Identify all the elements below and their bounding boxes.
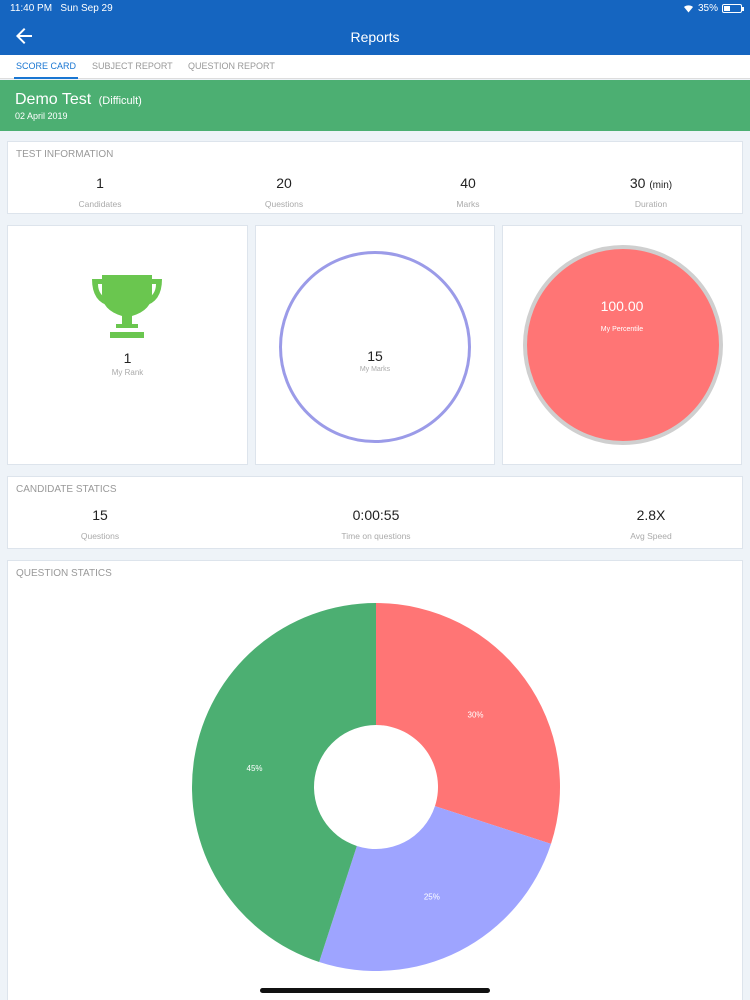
- trophy-icon: [92, 275, 162, 338]
- battery-icon: [722, 4, 744, 13]
- stat-unit: (min): [649, 180, 673, 191]
- candidate-statics-card: CANDIDATE STATICS 15 Questions 0:00:55 T…: [7, 476, 743, 549]
- stat-value: 2.8X: [636, 507, 666, 523]
- donut-slice-label: 30%: [468, 711, 484, 720]
- test-information-card: TEST INFORMATION 1 Candidates 20 Questio…: [7, 141, 743, 214]
- donut-slice[interactable]: [376, 603, 560, 844]
- marks-label: My Marks: [359, 366, 391, 373]
- status-bar: 11:40 PM Sun Sep 29 35%: [0, 0, 750, 18]
- battery-percent: 35%: [697, 3, 718, 14]
- stat-label: Duration: [634, 199, 668, 209]
- percentile-value: 100.00: [600, 298, 644, 314]
- question-statics-card: QUESTION STATICS 30% 25% 45%: [7, 560, 743, 1000]
- percentile-circle: [523, 245, 723, 445]
- stat-value: 1: [96, 175, 104, 191]
- test-name-row: Demo Test (Difficult): [15, 91, 142, 109]
- percentile-card: 100.00 My Percentile: [502, 225, 742, 465]
- stat-value: 30 (min): [629, 175, 673, 191]
- test-name: Demo Test: [15, 91, 92, 108]
- status-time: 11:40 PM Sun Sep 29: [10, 3, 113, 14]
- marks-value: 15: [367, 348, 383, 364]
- tab-score-card[interactable]: SCORE CARD: [14, 55, 78, 79]
- stat-questions: 20 Questions: [204, 175, 364, 209]
- home-indicator[interactable]: [260, 988, 490, 993]
- stat-value: 40: [460, 175, 476, 191]
- wifi-icon: [683, 5, 693, 13]
- tab-subject-report[interactable]: SUBJECT REPORT: [92, 55, 173, 79]
- rank-label: My Rank: [111, 368, 144, 377]
- stat-label: Candidates: [78, 199, 122, 209]
- stat-label: Marks: [456, 199, 480, 209]
- rank-value: 1: [123, 350, 132, 366]
- stat-label: Time on questions: [341, 531, 411, 541]
- marks-ring: [279, 251, 471, 443]
- test-difficulty: (Difficult): [98, 95, 142, 107]
- stat-label: Questions: [264, 199, 304, 209]
- stat-value: 0:00:55: [352, 507, 400, 523]
- stat-marks: 40 Marks: [388, 175, 548, 209]
- report-tabs: SCORE CARD SUBJECT REPORT QUESTION REPOR…: [0, 55, 750, 79]
- donut-slice-label: 45%: [247, 764, 263, 773]
- stat-candidates: 1 Candidates: [20, 175, 180, 209]
- stat-value: 20: [276, 175, 292, 191]
- question-statics-donut-chart: 30% 25% 45%: [192, 603, 560, 971]
- stat-duration: 30 (min) Duration: [571, 175, 731, 209]
- page-title: Reports: [350, 29, 400, 45]
- navigation-bar: Reports: [0, 18, 750, 55]
- stat-avg-speed: 2.8X Avg Speed: [571, 507, 731, 541]
- donut-slice-label: 25%: [424, 893, 440, 902]
- percentile-label: My Percentile: [600, 326, 644, 333]
- rank-card: 1 My Rank: [7, 225, 248, 465]
- status-right: 35%: [683, 3, 744, 14]
- test-date: 02 April 2019: [15, 111, 68, 121]
- candidate-statics-title: CANDIDATE STATICS: [16, 484, 117, 495]
- stat-value: 15: [92, 507, 108, 523]
- test-information-title: TEST INFORMATION: [16, 149, 114, 160]
- stat-label: Avg Speed: [630, 531, 672, 541]
- stat-answered-questions: 15 Questions: [20, 507, 180, 541]
- marks-card: 15 My Marks: [255, 225, 495, 465]
- test-banner: Demo Test (Difficult) 02 April 2019: [0, 80, 750, 131]
- tab-question-report[interactable]: QUESTION REPORT: [188, 55, 275, 79]
- stat-label: Questions: [80, 531, 120, 541]
- stat-time-on-questions: 0:00:55 Time on questions: [296, 507, 456, 541]
